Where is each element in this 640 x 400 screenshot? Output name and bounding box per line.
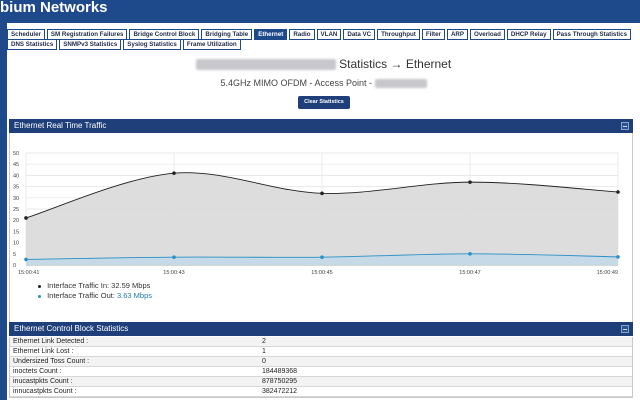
stat-label: Ethernet Link Detected : bbox=[13, 338, 89, 345]
collapse-icon[interactable] bbox=[621, 325, 629, 333]
tab-throughput[interactable]: Throughput bbox=[377, 29, 420, 40]
clear-statistics-button[interactable]: Clear Statistics bbox=[298, 96, 350, 109]
tab-syslog-statistics[interactable]: Syslog Statistics bbox=[123, 39, 181, 50]
control-panel-header: Ethernet Control Block Statistics bbox=[9, 322, 633, 336]
realtime-panel-header: Ethernet Real Time Traffic bbox=[9, 119, 633, 133]
realtime-panel-title: Ethernet Real Time Traffic bbox=[14, 121, 107, 130]
legend-out-value: 3.63 Mbps bbox=[117, 291, 153, 300]
x-tick-label: 15:00:41 bbox=[18, 270, 39, 276]
series-in-point bbox=[172, 171, 176, 175]
series-out-point bbox=[468, 252, 472, 256]
y-tick-label: 10 bbox=[13, 241, 19, 247]
brand-title: bium Networks bbox=[0, 0, 108, 16]
main-content: Scheduler SM Registration Failures Bridge … bbox=[7, 23, 640, 400]
stat-value: 1 bbox=[262, 348, 266, 355]
stat-label: inoctets Count : bbox=[13, 368, 62, 375]
realtime-chart-panel: 0 5 10 15 20 25 30 35 40 45 50 15:00:41 15:00:43 15:0… bbox=[9, 133, 633, 336]
table-row: inoctets Count : 184489368 bbox=[10, 367, 632, 377]
redacted-device-id bbox=[374, 79, 427, 89]
stat-value: 878750295 bbox=[262, 378, 298, 385]
series-in-point bbox=[468, 180, 472, 184]
tab-ethernet[interactable]: Ethernet bbox=[254, 29, 288, 40]
x-tick-label: 15:00:47 bbox=[459, 270, 480, 276]
tab-radio[interactable]: Radio bbox=[289, 29, 315, 40]
tab-bar-row-2: DNS Statistics SNMPv3 Statistics Syslog St… bbox=[7, 39, 241, 50]
control-block-stats-table: Ethernet Link Detected : 2 Ethernet Link L… bbox=[9, 337, 633, 398]
tab-arp[interactable]: ARP bbox=[446, 29, 469, 40]
series-in-point bbox=[24, 216, 28, 220]
legend-out-label: Interface Traffic Out: bbox=[47, 291, 115, 300]
control-panel-title: Ethernet Control Block Statistics bbox=[14, 324, 129, 333]
table-row: Ethernet Link Lost : 1 bbox=[10, 347, 632, 357]
subtitle-text: 5.4GHz MIMO OFDM - Access Point - bbox=[220, 78, 372, 88]
series-in-point bbox=[616, 190, 620, 194]
x-tick-label: 15:00:43 bbox=[163, 270, 184, 276]
y-tick-label: 45 bbox=[13, 162, 19, 168]
x-tick-label: 15:00:45 bbox=[311, 270, 332, 276]
y-tick-label: 40 bbox=[13, 173, 19, 179]
stat-label: innucastpkts Count : bbox=[13, 388, 77, 395]
legend-in-dot bbox=[38, 284, 41, 288]
table-row: innucastpkts Count : 382472212 bbox=[10, 387, 632, 397]
y-tick-label: 30 bbox=[13, 196, 19, 202]
redacted-device-name bbox=[195, 59, 336, 71]
collapse-icon[interactable] bbox=[621, 122, 629, 130]
series-in-point bbox=[320, 191, 324, 196]
tab-snmpv3-statistics[interactable]: SNMPv3 Statistics bbox=[59, 39, 122, 50]
series-out-point bbox=[616, 255, 620, 259]
stat-label: inucastpkts Count : bbox=[13, 378, 73, 385]
table-row: inucastpkts Count : 878750295 bbox=[10, 377, 632, 387]
stat-label: Ethernet Link Lost : bbox=[13, 348, 74, 355]
y-tick-label: 15 bbox=[13, 229, 19, 235]
y-tick-label: 0 bbox=[13, 263, 16, 269]
y-tick-label: 5 bbox=[13, 252, 16, 258]
legend-out-dot bbox=[38, 294, 41, 298]
legend-item-out: Interface Traffic Out: 3.63 Mbps bbox=[38, 291, 152, 300]
stat-value: 2 bbox=[262, 338, 266, 345]
legend-in-value: 32.59 Mbps bbox=[111, 281, 151, 290]
tab-overload[interactable]: Overload bbox=[470, 29, 505, 40]
series-out-point bbox=[320, 255, 324, 259]
legend-item-in: Interface Traffic In: 32.59 Mbps bbox=[38, 281, 150, 290]
tab-filter[interactable]: Filter bbox=[421, 29, 445, 40]
stat-value: 382472212 bbox=[262, 388, 298, 395]
y-tick-label: 35 bbox=[13, 185, 19, 191]
tab-frame-utilization[interactable]: Frame Utilization bbox=[182, 39, 241, 50]
tab-dns-statistics[interactable]: DNS Statistics bbox=[7, 39, 58, 50]
legend-in-label: Interface Traffic In: bbox=[47, 281, 110, 290]
table-row: Undersized Toss Count : 0 bbox=[10, 357, 632, 367]
page-title-text: Statistics → Ethernet bbox=[339, 57, 452, 71]
tab-vlan[interactable]: VLAN bbox=[316, 29, 342, 40]
stat-label: Undersized Toss Count : bbox=[13, 358, 90, 365]
series-out-point bbox=[172, 255, 176, 259]
tab-data-vc[interactable]: Data VC bbox=[343, 29, 376, 40]
table-row: Ethernet Link Detected : 2 bbox=[10, 337, 632, 347]
traffic-chart: 0 5 10 15 20 25 30 35 40 45 50 15:00:41 15:00:43 15:0… bbox=[13, 151, 620, 276]
device-subtitle: 5.4GHz MIMO OFDM - Access Point - bbox=[7, 78, 640, 89]
page-title: Statistics → Ethernet bbox=[7, 57, 640, 71]
y-tick-label: 25 bbox=[13, 207, 19, 213]
series-out-point bbox=[24, 257, 28, 262]
y-tick-label: 50 bbox=[13, 151, 19, 157]
stat-value: 0 bbox=[262, 358, 266, 365]
x-tick-label: 15:00:49 bbox=[597, 270, 618, 276]
stat-value: 184489368 bbox=[262, 368, 298, 375]
tab-pass-through-statistics[interactable]: Pass Through Statistics bbox=[552, 29, 632, 40]
y-tick-label: 20 bbox=[13, 218, 19, 224]
tab-dhcp-relay[interactable]: DHCP Relay bbox=[506, 29, 551, 40]
